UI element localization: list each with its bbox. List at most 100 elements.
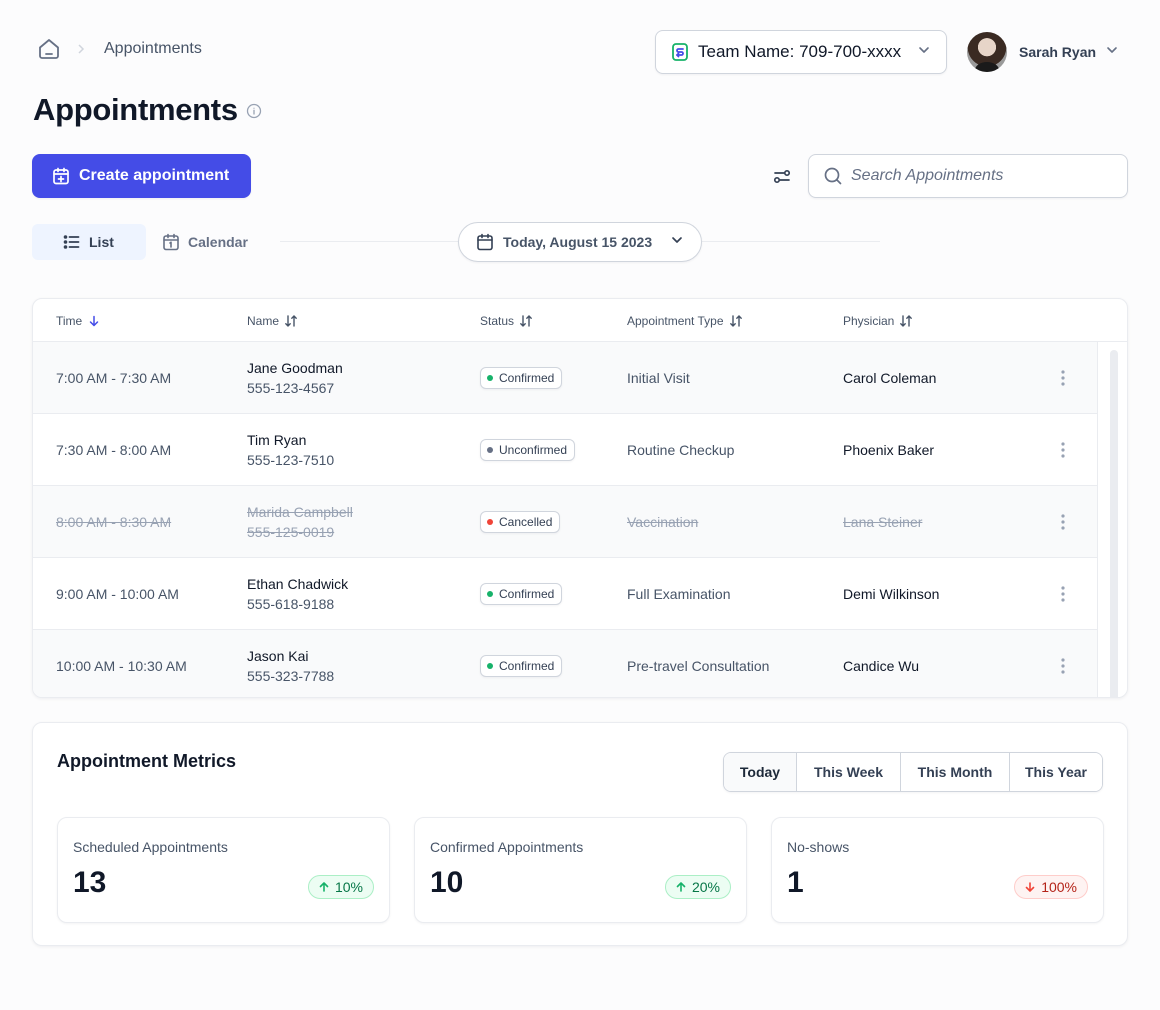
create-appointment-button[interactable]: Create appointment	[32, 154, 251, 198]
status-dot	[487, 663, 493, 669]
trend-value: 20%	[691, 879, 720, 895]
home-icon[interactable]	[36, 36, 62, 62]
patient-cell: Ethan Chadwick 555-618-9188	[247, 558, 348, 630]
calendar-icon	[477, 233, 493, 251]
status-cell: Unconfirmed	[480, 414, 576, 486]
table-row[interactable]: 10:00 AM - 10:30 AM Jason Kai 555-323-77…	[33, 630, 1097, 697]
arrow-down-icon	[1025, 882, 1035, 892]
patient-name: Tim Ryan	[247, 432, 307, 448]
table-row[interactable]: 7:00 AM - 7:30 AM Jane Goodman 555-123-4…	[33, 342, 1097, 414]
status-label: Unconfirmed	[499, 443, 568, 457]
arrow-up-icon	[319, 882, 329, 892]
scrollbar-track[interactable]	[1097, 342, 1127, 697]
create-appointment-label: Create appointment	[79, 167, 230, 184]
status-dot	[487, 375, 493, 381]
status-dot	[487, 447, 493, 453]
stat-card-confirmed: Confirmed Appointments 10 20%	[414, 817, 747, 923]
patient-name: Jane Goodman	[247, 360, 343, 376]
date-label: Today, August 15 2023	[503, 234, 653, 250]
more-vertical-icon[interactable]	[1053, 368, 1073, 388]
range-this-week[interactable]: This Week	[797, 753, 901, 791]
column-header-status[interactable]: Status	[480, 299, 533, 342]
breadcrumb-current[interactable]: Appointments	[104, 40, 202, 58]
page-title: Appointments	[33, 92, 238, 127]
range-today[interactable]: Today	[724, 753, 797, 791]
arrow-down-icon	[89, 315, 99, 326]
time-cell: 7:30 AM - 8:00 AM	[56, 442, 172, 458]
sort-icon	[285, 314, 297, 327]
column-header-time[interactable]: Time	[56, 299, 101, 342]
search-field[interactable]	[808, 154, 1128, 198]
more-vertical-icon[interactable]	[1053, 656, 1073, 676]
chevron-down-icon	[669, 232, 701, 253]
stat-label: No-shows	[787, 839, 850, 855]
status-badge: Cancelled	[480, 511, 561, 533]
table-row[interactable]: 9:00 AM - 10:00 AM Ethan Chadwick 555-61…	[33, 558, 1097, 630]
column-label: Status	[480, 313, 515, 328]
stat-label: Scheduled Appointments	[73, 839, 228, 855]
column-header-name[interactable]: Name	[247, 299, 298, 342]
time-cell: 9:00 AM - 10:00 AM	[56, 586, 179, 602]
calendar-icon	[163, 233, 179, 251]
filter-icon[interactable]	[772, 166, 792, 186]
type-cell: Initial Visit	[627, 370, 690, 386]
sort-icon	[520, 314, 532, 327]
more-vertical-icon[interactable]	[1053, 440, 1073, 460]
chevron-down-icon	[1096, 42, 1120, 63]
patient-cell: Jason Kai 555-323-7788	[247, 630, 334, 697]
avatar	[967, 32, 1007, 72]
column-header-physician[interactable]: Physician	[843, 299, 913, 342]
info-icon[interactable]	[246, 103, 262, 119]
physician-cell: Phoenix Baker	[843, 442, 935, 458]
appointment-metrics: Appointment Metrics Today This Week This…	[32, 722, 1128, 946]
tab-list[interactable]: List	[32, 224, 146, 260]
arrow-up-icon	[676, 882, 686, 892]
search-icon	[824, 167, 842, 185]
team-name-label: Team Name: 709-700-xxxx	[698, 42, 902, 61]
tab-calendar[interactable]: Calendar	[146, 224, 264, 260]
status-label: Confirmed	[499, 587, 555, 601]
more-vertical-icon[interactable]	[1053, 584, 1073, 604]
appointments-table: Time Name Status Appointment Type Physic…	[32, 298, 1128, 698]
range-segmented-control: Today This Week This Month This Year	[723, 752, 1103, 792]
breadcrumb: Appointments	[36, 36, 202, 62]
table-row[interactable]: 7:30 AM - 8:00 AM Tim Ryan 555-123-7510 …	[33, 414, 1097, 486]
more-vertical-icon[interactable]	[1053, 512, 1073, 532]
sort-icon	[729, 314, 742, 327]
stat-value: 10	[430, 866, 464, 899]
status-dot	[487, 519, 493, 525]
patient-phone: 555-123-4567	[247, 380, 335, 396]
team-select[interactable]: Team Name: 709-700-xxxx	[655, 30, 947, 74]
status-badge: Unconfirmed	[480, 439, 576, 461]
patient-name: Jason Kai	[247, 648, 309, 664]
patient-phone: 555-618-9188	[247, 596, 335, 612]
date-picker[interactable]: Today, August 15 2023	[458, 222, 702, 262]
appointments-page: Appointments Team Name: 709-700-xxxx Sar…	[0, 0, 1160, 1010]
trend-badge: 10%	[307, 875, 374, 899]
time-cell: 7:00 AM - 7:30 AM	[56, 370, 172, 386]
type-cell: Routine Checkup	[627, 442, 735, 458]
team-switch-icon	[670, 42, 690, 62]
column-header-appointment-type[interactable]: Appointment Type	[627, 299, 743, 342]
list-icon	[63, 235, 80, 249]
scrollbar-thumb[interactable]	[1110, 350, 1118, 697]
status-label: Cancelled	[499, 515, 553, 529]
sort-icon	[900, 314, 913, 327]
range-this-year[interactable]: This Year	[1010, 753, 1102, 791]
stat-card-scheduled: Scheduled Appointments 13 10%	[57, 817, 390, 923]
chevron-right-icon	[76, 41, 86, 57]
range-this-month[interactable]: This Month	[901, 753, 1010, 791]
status-cell: Confirmed	[480, 630, 563, 697]
patient-cell: Jane Goodman 555-123-4567	[247, 342, 343, 414]
user-menu[interactable]: Sarah Ryan	[967, 32, 1120, 72]
chevron-down-icon	[916, 42, 932, 63]
divider	[702, 241, 880, 242]
patient-name: Marida Campbell	[247, 504, 353, 520]
trend-value: 100%	[1041, 879, 1077, 895]
trend-badge: 100%	[1014, 875, 1088, 899]
tab-calendar-label: Calendar	[188, 234, 248, 250]
table-row[interactable]: 8:00 AM - 8:30 AM Marida Campbell 555-12…	[33, 486, 1097, 558]
column-label: Physician	[843, 313, 895, 328]
search-input[interactable]	[851, 167, 1111, 185]
trend-value: 10%	[334, 879, 363, 895]
